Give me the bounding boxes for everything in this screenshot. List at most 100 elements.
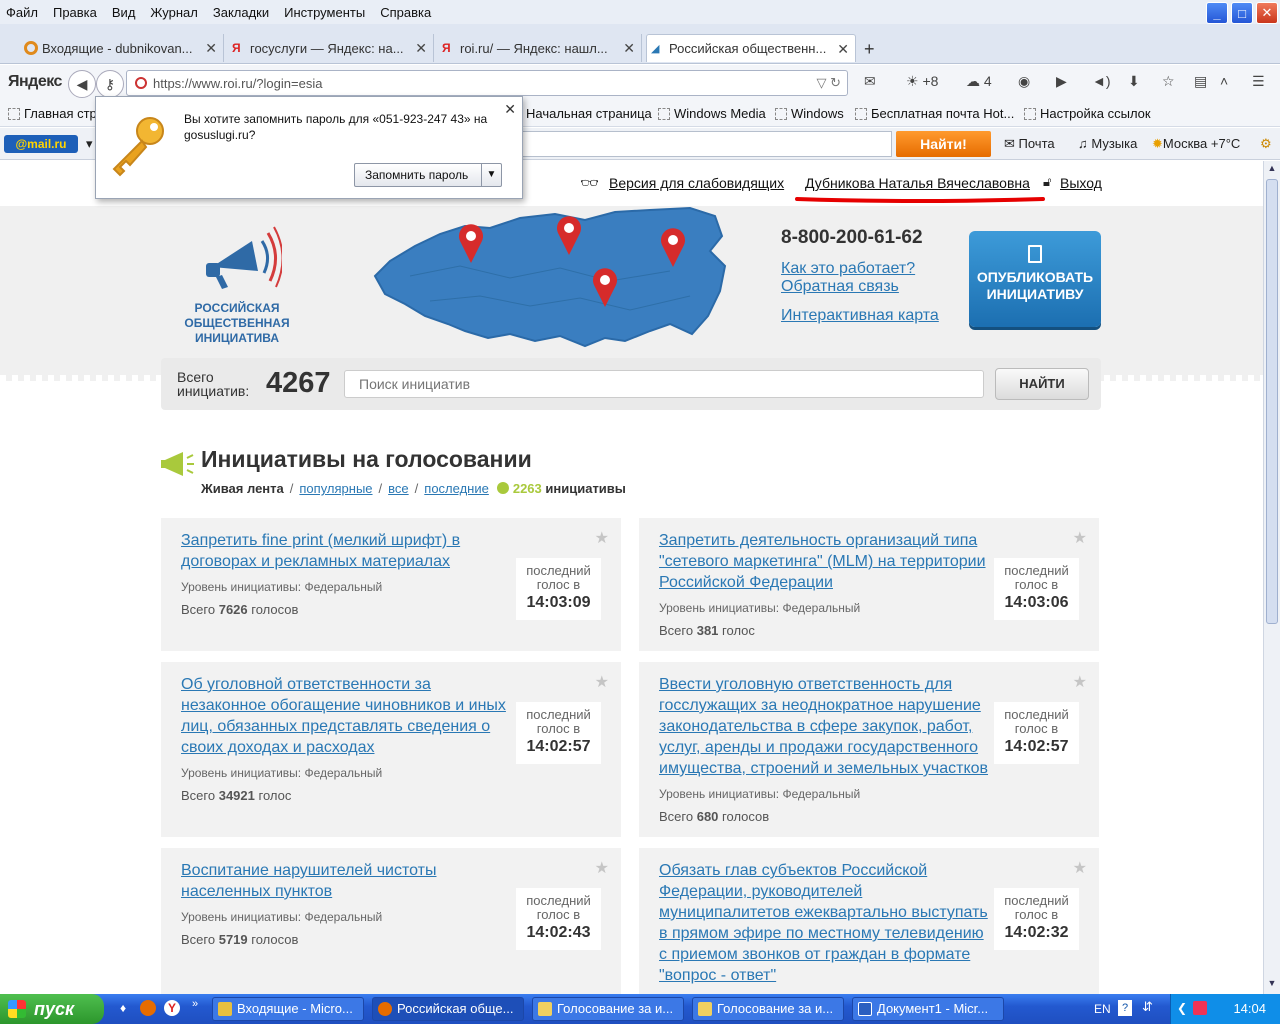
- filter-recent[interactable]: последние: [424, 481, 489, 496]
- close-window-button[interactable]: ✕: [1256, 2, 1278, 24]
- reload-icon[interactable]: ▽ ↻: [816, 75, 841, 91]
- mailru-music-link[interactable]: ♫ Музыка: [1078, 136, 1137, 151]
- search-button[interactable]: НАЙТИ: [995, 368, 1089, 400]
- language-indicator[interactable]: EN: [1094, 1002, 1111, 1016]
- feedback-link[interactable]: Обратная связь: [781, 278, 899, 296]
- initiative-title-link[interactable]: Об уголовной ответственности за незаконн…: [181, 674, 511, 758]
- firefox-icon[interactable]: [140, 1000, 156, 1016]
- mail-icon[interactable]: ✉: [864, 73, 876, 90]
- yandex-browser-icon[interactable]: Y: [164, 1000, 180, 1016]
- menu-bookmarks[interactable]: Закладки: [213, 5, 269, 20]
- initiative-title-link[interactable]: Запретить деятельность организаций типа …: [659, 530, 989, 593]
- bookmark-item[interactable]: Бесплатная почта Hot...: [855, 106, 1014, 121]
- initiative-title-link[interactable]: Запретить fine print (мелкий шрифт) в до…: [181, 530, 511, 572]
- favorite-star-icon[interactable]: ★: [595, 672, 609, 692]
- address-bar[interactable]: https://www.roi.ru/?login=esia ▽ ↻: [126, 70, 848, 96]
- menu-file[interactable]: Файл: [6, 5, 38, 20]
- back-button[interactable]: ◀: [68, 70, 96, 98]
- close-tab-icon[interactable]: ✕: [623, 40, 635, 57]
- maximize-button[interactable]: □: [1231, 2, 1253, 24]
- site-logo[interactable]: Российская общественная инициатива: [178, 219, 296, 346]
- scrollbar-thumb[interactable]: [1266, 179, 1278, 624]
- scroll-up-icon[interactable]: ▲: [1266, 163, 1278, 177]
- new-tab-icon[interactable]: +: [864, 39, 875, 60]
- tab-inbox[interactable]: Входящие - dubnikovan... ✕: [20, 34, 224, 62]
- favorite-star-icon[interactable]: ★: [595, 528, 609, 548]
- publish-initiative-button[interactable]: ОПУБЛИКОВАТЬ ИНИЦИАТИВУ: [969, 231, 1101, 327]
- network-icon[interactable]: ⇵: [1142, 999, 1153, 1015]
- weather-icon[interactable]: ☀ +8: [906, 73, 938, 90]
- menu-view[interactable]: Вид: [112, 5, 136, 20]
- tray-app-icon[interactable]: [1193, 1001, 1207, 1015]
- filter-all[interactable]: все: [388, 481, 409, 496]
- menu-tools[interactable]: Инструменты: [284, 5, 365, 20]
- bookmark-item[interactable]: Начальная страница: [510, 106, 652, 121]
- filter-popular[interactable]: популярные: [299, 481, 372, 496]
- remember-password-button[interactable]: Запомнить пароль ▼: [354, 163, 502, 187]
- bookmark-item[interactable]: Главная стр: [8, 106, 97, 121]
- taskbar-item-folder[interactable]: Голосование за и...: [692, 997, 844, 1021]
- favorite-star-icon[interactable]: ★: [595, 858, 609, 878]
- mailru-dropdown-icon[interactable]: ▾: [86, 136, 93, 152]
- tab-roi-search[interactable]: Я roi.ru/ — Яндекс: нашл... ✕: [438, 34, 642, 62]
- how-it-works-link[interactable]: Как это работает?: [781, 260, 915, 278]
- scroll-down-icon[interactable]: ▼: [1266, 978, 1278, 992]
- extension-icon[interactable]: ◉: [1018, 73, 1030, 90]
- initiative-title-link[interactable]: Обязать глав субъектов Российской Федера…: [659, 860, 989, 986]
- logout-link[interactable]: Выход: [1060, 175, 1102, 191]
- page-scrollbar[interactable]: ▲ ▼: [1263, 161, 1280, 994]
- settings-gear-icon[interactable]: ⚙: [1260, 136, 1272, 152]
- quicklaunch-icon[interactable]: ♦: [120, 1001, 126, 1015]
- last-vote-box: последний голос в 14:02:43: [516, 888, 601, 950]
- initiative-title-link[interactable]: Воспитание нарушителей чистоты населенны…: [181, 860, 511, 902]
- user-name-link[interactable]: Дубникова Наталья Вячеславовна: [805, 175, 1030, 191]
- mailru-find-button[interactable]: Найти!: [896, 131, 991, 157]
- quicklaunch-more-icon[interactable]: »: [192, 998, 198, 1010]
- mailru-mail-link[interactable]: ✉ Почта: [1004, 136, 1055, 152]
- taskbar-item-outlook[interactable]: Входящие - Micro...: [212, 997, 364, 1021]
- play-icon[interactable]: ▶: [1056, 73, 1067, 90]
- favorite-star-icon[interactable]: ★: [1073, 528, 1087, 548]
- star-icon[interactable]: ☆: [1162, 73, 1175, 90]
- bookmark-item[interactable]: Настройка ссылок: [1024, 106, 1151, 121]
- volume-icon[interactable]: ◄): [1092, 73, 1111, 89]
- initiative-title-link[interactable]: Ввести уголовную ответственность для гос…: [659, 674, 989, 779]
- favorite-star-icon[interactable]: ★: [1073, 672, 1087, 692]
- taskbar-item-folder[interactable]: Голосование за и...: [532, 997, 684, 1021]
- tab-gosuslugi-search[interactable]: Я госуслуги — Яндекс: на... ✕: [228, 34, 434, 62]
- accessibility-link[interactable]: Версия для слабовидящих: [609, 175, 784, 191]
- help-icon[interactable]: ?: [1118, 1000, 1132, 1016]
- close-tab-icon[interactable]: ✕: [837, 41, 849, 58]
- hamburger-menu-icon[interactable]: ☰: [1252, 73, 1265, 90]
- notifications-icon[interactable]: ☁ 4: [966, 73, 992, 90]
- bookmark-item[interactable]: Windows: [775, 106, 844, 121]
- close-dialog-icon[interactable]: ✕: [504, 101, 516, 118]
- chevron-up-icon[interactable]: ˄: [1220, 73, 1228, 89]
- menu-help[interactable]: Справка: [380, 5, 431, 20]
- tab-label: Российская общественн...: [669, 41, 827, 56]
- dropdown-arrow-icon[interactable]: ▼: [481, 164, 501, 186]
- initiative-card: Запретить fine print (мелкий шрифт) в до…: [161, 518, 621, 651]
- filter-live[interactable]: Живая лента: [201, 481, 284, 496]
- last-vote-box: последний голос в 14:02:57: [994, 702, 1079, 764]
- clipboard-icon[interactable]: ▤: [1194, 73, 1207, 90]
- bookmark-item[interactable]: Windows Media: [658, 106, 766, 121]
- tray-expand-icon[interactable]: ❮: [1177, 1001, 1187, 1015]
- menu-edit[interactable]: Правка: [53, 5, 97, 20]
- mailru-logo[interactable]: @mail.ru: [4, 135, 78, 153]
- interactive-map-link[interactable]: Интерактивная карта: [781, 307, 939, 325]
- taskbar-item-browser[interactable]: Российская обще...: [372, 997, 524, 1021]
- close-tab-icon[interactable]: ✕: [415, 40, 427, 57]
- mailru-weather-link[interactable]: ✹Москва +7°C: [1152, 136, 1240, 152]
- download-icon[interactable]: ⬇: [1128, 73, 1140, 90]
- initiative-search-input[interactable]: [344, 370, 984, 398]
- taskbar-item-word[interactable]: Документ1 - Micr...: [852, 997, 1004, 1021]
- mailru-search-input[interactable]: [520, 131, 892, 157]
- close-tab-icon[interactable]: ✕: [205, 40, 217, 57]
- tab-roi[interactable]: ◢ Российская общественн... ✕: [646, 34, 856, 62]
- favorite-star-icon[interactable]: ★: [1073, 858, 1087, 878]
- menu-history[interactable]: Журнал: [150, 5, 197, 20]
- start-button[interactable]: пуск: [0, 994, 104, 1024]
- minimize-button[interactable]: _: [1206, 2, 1228, 24]
- password-key-button[interactable]: ⚷: [96, 70, 124, 98]
